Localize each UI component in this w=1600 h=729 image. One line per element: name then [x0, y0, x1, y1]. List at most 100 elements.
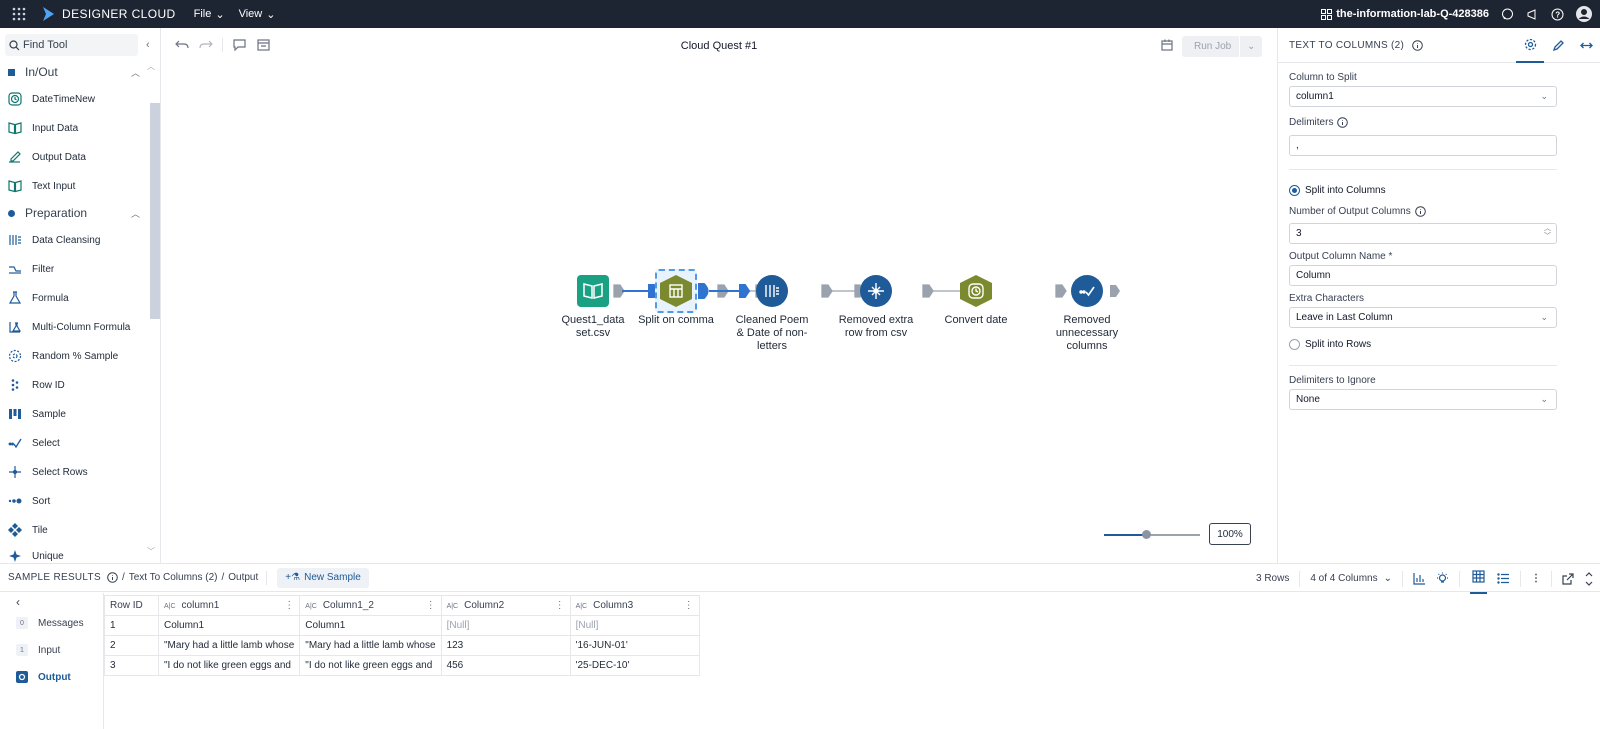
- help-icon[interactable]: ?: [1551, 8, 1564, 21]
- node-data-cleansing[interactable]: [756, 275, 788, 307]
- comment-icon[interactable]: [1501, 8, 1514, 21]
- column-header[interactable]: A|C Column2 ⋮: [440, 595, 571, 616]
- table-cell[interactable]: Column1: [157, 615, 301, 636]
- table-cell[interactable]: 456: [440, 655, 571, 676]
- column-header[interactable]: A|C column1 ⋮: [157, 595, 301, 616]
- list-view-icon[interactable]: [1497, 572, 1510, 585]
- output-anchor[interactable]: [1110, 285, 1120, 297]
- table-cell[interactable]: 3: [104, 655, 159, 676]
- user-avatar-icon[interactable]: [1576, 6, 1592, 22]
- tab-configuration[interactable]: [1516, 28, 1544, 63]
- column-menu-icon[interactable]: ⋮: [284, 600, 294, 611]
- grid-view-toggle[interactable]: [1470, 564, 1487, 594]
- delimiters-ignore-select[interactable]: None ⌄: [1289, 389, 1557, 410]
- collapse-panel-chevron-icon[interactable]: ‹: [146, 39, 150, 51]
- tab-expand[interactable]: [1572, 28, 1600, 63]
- scroll-down-icon[interactable]: ﹀: [147, 546, 155, 557]
- selected-output-anchor[interactable]: [698, 283, 709, 299]
- find-tool-search[interactable]: [5, 34, 138, 56]
- app-grid-icon[interactable]: [0, 0, 38, 28]
- table-cell[interactable]: "Mary had a little lamb whose: [299, 635, 442, 656]
- nav-input[interactable]: 1 Input: [16, 644, 60, 656]
- table-cell[interactable]: Column1: [299, 615, 442, 636]
- column-header[interactable]: A|C Column3 ⋮: [569, 595, 700, 616]
- breadcrumb-tool[interactable]: Text To Columns (2): [129, 572, 218, 583]
- tool-multi-column-formula[interactable]: Multi-Column Formula: [8, 318, 130, 336]
- menu-view[interactable]: View ⌄: [239, 8, 276, 21]
- chevron-down-icon[interactable]: ⌄: [1240, 41, 1262, 52]
- tool-tile[interactable]: Tile: [8, 521, 48, 539]
- info-icon[interactable]: [1412, 39, 1423, 51]
- workspace-switcher[interactable]: the-information-lab-Q-428386: [1321, 8, 1489, 20]
- node-select-rows[interactable]: [860, 275, 892, 307]
- more-options-icon[interactable]: ⋮: [1531, 573, 1541, 584]
- column-menu-icon[interactable]: ⋮: [684, 600, 694, 611]
- node-select[interactable]: [1071, 275, 1103, 307]
- node-input-data[interactable]: [577, 275, 609, 307]
- zoom-level-input[interactable]: 100%: [1209, 523, 1251, 545]
- stepper-arrows-icon[interactable]: ︿ ﹀: [1544, 225, 1551, 241]
- find-tool-input[interactable]: [23, 39, 128, 51]
- zoom-slider-thumb[interactable]: [1142, 530, 1151, 539]
- section-in-out[interactable]: In/Out ︿: [8, 63, 140, 81]
- tool-panel-scrollbar[interactable]: [150, 103, 160, 319]
- calendar-icon[interactable]: [1161, 39, 1173, 51]
- split-into-columns-radio[interactable]: Split into Columns: [1289, 185, 1386, 196]
- nav-output[interactable]: Output: [16, 671, 71, 683]
- split-into-rows-radio[interactable]: Split into Rows: [1289, 339, 1371, 350]
- output-name-input[interactable]: Column: [1289, 265, 1557, 286]
- bar-chart-icon[interactable]: [1413, 572, 1426, 585]
- tool-filter[interactable]: Filter: [8, 260, 54, 278]
- tool-row-id[interactable]: Row ID: [8, 376, 65, 394]
- tool-output-data[interactable]: Output Data: [8, 148, 86, 166]
- num-output-stepper[interactable]: 3 ︿ ﹀: [1289, 223, 1557, 244]
- tool-text-input[interactable]: Text Input: [8, 177, 75, 195]
- output-anchor[interactable]: [922, 284, 934, 298]
- nav-messages[interactable]: 0 Messages: [16, 617, 84, 629]
- delimiters-input[interactable]: ,: [1289, 135, 1557, 156]
- tool-sort[interactable]: Sort: [8, 492, 50, 510]
- workflow-canvas[interactable]: Quest1_data set.csv Split on comma Clean…: [162, 63, 1276, 563]
- table-cell[interactable]: "I do not like green eggs and: [157, 655, 301, 676]
- scroll-up-icon[interactable]: ︿: [147, 61, 155, 72]
- column-header[interactable]: A|C Column1_2 ⋮: [299, 595, 442, 616]
- run-job-button[interactable]: Run Job ⌄: [1182, 36, 1262, 57]
- tab-annotation[interactable]: [1544, 28, 1572, 63]
- resize-vertical-icon[interactable]: [1584, 571, 1594, 586]
- table-cell[interactable]: "Mary had a little lamb whose: [157, 635, 301, 656]
- table-cell[interactable]: '25-DEC-10': [569, 655, 700, 676]
- column-to-split-select[interactable]: column1 ⌄: [1289, 86, 1557, 107]
- column-menu-icon[interactable]: ⋮: [555, 600, 565, 611]
- open-external-icon[interactable]: [1562, 572, 1574, 585]
- tool-input-data[interactable]: Input Data: [8, 119, 78, 137]
- tool-sample[interactable]: Sample: [8, 405, 66, 423]
- collapse-nav-chevron-icon[interactable]: ‹: [16, 595, 20, 609]
- info-icon[interactable]: [107, 572, 118, 583]
- table-cell[interactable]: 2: [104, 635, 159, 656]
- new-sample-button[interactable]: +⚗ New Sample: [277, 567, 369, 588]
- table-cell[interactable]: "I do not like green eggs and: [299, 655, 442, 676]
- menu-file[interactable]: File ⌄: [194, 8, 225, 21]
- column-menu-icon[interactable]: ⋮: [426, 600, 436, 611]
- info-icon[interactable]: [1414, 206, 1426, 217]
- section-preparation[interactable]: Preparation ︿: [8, 204, 140, 222]
- tool-data-cleansing[interactable]: Data Cleansing: [8, 231, 100, 249]
- table-cell[interactable]: [Null]: [440, 615, 571, 636]
- table-cell[interactable]: [Null]: [569, 615, 700, 636]
- tool-select-rows[interactable]: Select Rows: [8, 463, 88, 481]
- tool-datetimenew[interactable]: DateTimeNew: [8, 90, 95, 108]
- announcement-icon[interactable]: [1526, 8, 1539, 21]
- output-anchor[interactable]: [1055, 284, 1067, 298]
- selected-input-anchor[interactable]: [739, 284, 751, 298]
- breadcrumb-anchor[interactable]: Output: [228, 572, 258, 583]
- table-cell[interactable]: 123: [440, 635, 571, 656]
- table-cell[interactable]: '16-JUN-01': [569, 635, 700, 656]
- tool-unique[interactable]: Unique: [8, 550, 64, 562]
- table-cell[interactable]: 1: [104, 615, 159, 636]
- tool-random-sample[interactable]: Random % Sample: [8, 347, 118, 365]
- tool-formula[interactable]: Formula: [8, 289, 69, 307]
- column-count-select[interactable]: 4 of 4 Columns ⌄: [1310, 573, 1392, 584]
- output-anchor[interactable]: [821, 284, 833, 298]
- lightbulb-icon[interactable]: [1436, 572, 1449, 585]
- info-icon[interactable]: [1337, 117, 1349, 128]
